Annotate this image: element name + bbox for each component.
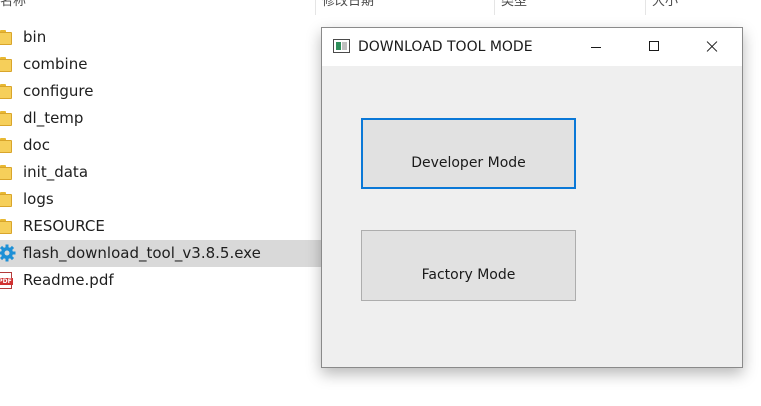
list-item[interactable]: dl_temp (0, 105, 322, 132)
file-name: init_data (23, 163, 89, 181)
folder-icon (0, 219, 16, 234)
folder-icon (0, 57, 16, 72)
download-tool-mode-dialog: DOWNLOAD TOOL MODE Developer Mode Factor… (321, 27, 743, 368)
factory-mode-button[interactable]: Factory Mode (361, 230, 576, 301)
folder-icon (0, 111, 16, 126)
file-name: Readme.pdf (23, 271, 114, 289)
folder-icon (0, 30, 16, 45)
list-item[interactable]: bin (0, 24, 322, 51)
file-name: configure (23, 82, 94, 100)
list-item[interactable]: combine (0, 51, 322, 78)
column-modified[interactable]: 修改日期 (315, 0, 495, 15)
window-title: DOWNLOAD TOOL MODE (358, 39, 533, 55)
file-list: bin combine configure dl_temp doc init_d… (0, 24, 322, 294)
folder-icon (0, 192, 16, 207)
file-name: bin (23, 28, 47, 46)
list-item[interactable]: configure (0, 78, 322, 105)
list-item[interactable]: init_data (0, 159, 322, 186)
app-window-icon (333, 39, 350, 53)
column-header: 名称 修改日期 类型 大小 (0, 0, 761, 15)
folder-icon (0, 138, 16, 153)
file-name: doc (23, 136, 50, 154)
column-type[interactable]: 类型 (494, 0, 646, 15)
gear-icon (0, 244, 16, 262)
file-name: RESOURCE (23, 217, 105, 235)
folder-icon (0, 84, 16, 99)
close-button[interactable] (688, 28, 734, 66)
list-item[interactable]: RESOURCE (0, 213, 322, 240)
developer-mode-button[interactable]: Developer Mode (361, 118, 576, 189)
file-name: dl_temp (23, 109, 84, 127)
column-name[interactable]: 名称 (0, 0, 314, 15)
list-item-selected[interactable]: flash_download_tool_v3.8.5.exe (0, 240, 322, 267)
maximize-button[interactable] (630, 28, 676, 66)
file-name: logs (23, 190, 54, 208)
file-name: combine (23, 55, 88, 73)
minimize-button[interactable] (572, 28, 618, 66)
list-item[interactable]: doc (0, 132, 322, 159)
folder-icon (0, 165, 16, 180)
file-name: flash_download_tool_v3.8.5.exe (23, 244, 261, 262)
list-item[interactable]: logs (0, 186, 322, 213)
maximize-icon (649, 41, 659, 51)
minimize-icon (591, 47, 601, 48)
title-bar[interactable]: DOWNLOAD TOOL MODE (322, 28, 742, 66)
list-item[interactable]: PDF Readme.pdf (0, 267, 322, 294)
column-size[interactable]: 大小 (645, 0, 761, 15)
pdf-icon: PDF (0, 272, 16, 289)
